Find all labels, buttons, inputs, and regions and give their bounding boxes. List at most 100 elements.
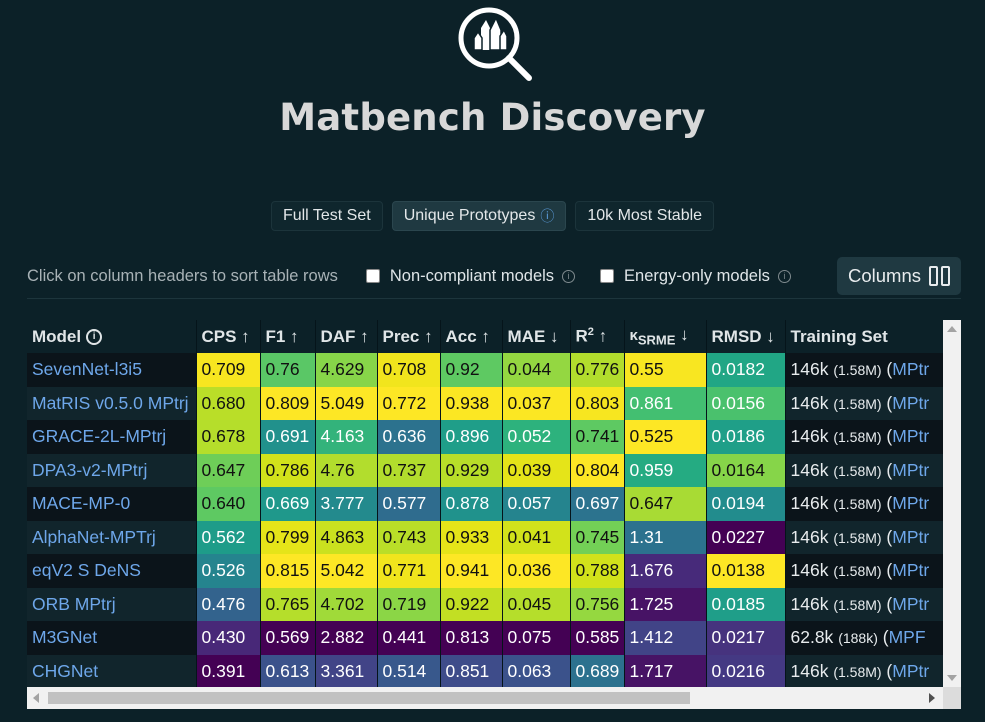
- cell-training-set: 62.8k (188k) (MPF: [785, 621, 946, 655]
- training-set-link[interactable]: MPtr: [892, 493, 929, 513]
- cell-daf: 4.163: [315, 420, 378, 454]
- col-header-f1[interactable]: F1 ↑: [260, 320, 316, 353]
- cell-daf: 4.629: [315, 353, 378, 387]
- info-icon[interactable]: i: [86, 328, 103, 345]
- scroll-left-icon[interactable]: [33, 693, 39, 703]
- model-link[interactable]: AlphaNet-MPTrj: [27, 520, 197, 554]
- training-size: (1.58M): [833, 395, 882, 412]
- table-row: ORB MPtrj 0.476 0.765 4.702 0.719 0.922 0.045 0…: [27, 587, 946, 621]
- col-header-rmsd[interactable]: RMSD ↓: [706, 320, 786, 353]
- training-set-link[interactable]: MPtr: [892, 460, 929, 480]
- training-size: (188k): [838, 630, 878, 647]
- col-header-daf[interactable]: DAF ↑: [315, 320, 378, 353]
- col-header-model[interactable]: Model i: [27, 320, 197, 353]
- cell-daf: 5.042: [315, 554, 378, 588]
- training-set-link[interactable]: MPtr: [892, 560, 929, 580]
- tab-10k-most-stable[interactable]: 10k Most Stable: [575, 201, 715, 231]
- cell-f1: 0.613: [260, 654, 316, 688]
- cell-mae: 0.057: [502, 487, 571, 521]
- training-set-link[interactable]: MPtr: [892, 359, 929, 379]
- training-set-link[interactable]: MPtr: [892, 594, 929, 614]
- col-header-r2[interactable]: R2 ↑: [570, 320, 625, 353]
- noncompliant-checkbox[interactable]: Non-compliant models i: [365, 267, 576, 286]
- cell-mae: 0.036: [502, 554, 571, 588]
- checkbox-box[interactable]: [365, 269, 380, 283]
- page-title: Matbench Discovery: [279, 96, 706, 139]
- info-icon[interactable]: i: [777, 269, 791, 283]
- col-header-acc[interactable]: Acc ↑: [440, 320, 503, 353]
- training-size: (1.58M): [833, 663, 882, 680]
- checkbox-box[interactable]: [600, 269, 615, 283]
- training-set-link[interactable]: MPtr: [892, 661, 929, 681]
- table-row: eqV2 S DeNS 0.526 0.815 5.042 0.771 0.941 0.03…: [27, 554, 946, 588]
- col-header-prec[interactable]: Prec ↑: [377, 320, 441, 353]
- cell-prec: 0.514: [377, 654, 441, 688]
- training-size: (1.58M): [833, 429, 882, 446]
- model-link[interactable]: SevenNet-l3i5: [27, 353, 197, 387]
- table-row: AlphaNet-MPTrj 0.562 0.799 4.863 0.743 0.933 0…: [27, 520, 946, 554]
- cell-acc: 0.922: [440, 587, 503, 621]
- cell-daf: 5.049: [315, 386, 378, 420]
- scrollbar-thumb[interactable]: [48, 692, 690, 704]
- cell-r2: 0.803: [570, 386, 625, 420]
- cell-kappa: 1.412: [624, 621, 707, 655]
- model-link[interactable]: MatRIS v0.5.0 MPtrj: [27, 386, 197, 420]
- training-size: (1.58M): [833, 496, 882, 513]
- cell-cps: 0.709: [196, 353, 261, 387]
- model-link[interactable]: DPA3-v2-MPtrj: [27, 453, 197, 487]
- cell-training-set: 146k (1.58M) (MPtr: [785, 587, 946, 621]
- cell-prec: 0.772: [377, 386, 441, 420]
- vertical-scrollbar[interactable]: [943, 320, 961, 687]
- cell-prec: 0.636: [377, 420, 441, 454]
- tab-unique-prototypes[interactable]: Unique Prototypes ⓘ: [391, 201, 567, 231]
- training-set-link[interactable]: MPtr: [892, 393, 929, 413]
- training-count: 146k: [790, 459, 829, 480]
- cell-r2: 0.776: [570, 353, 625, 387]
- training-set-link[interactable]: MPF: [889, 627, 926, 647]
- model-link[interactable]: CHGNet: [27, 654, 197, 688]
- model-link[interactable]: MACE-MP-0: [27, 487, 197, 521]
- table-row: MACE-MP-0 0.640 0.669 3.777 0.577 0.878 0.057 0…: [27, 487, 946, 521]
- col-header-cps[interactable]: CPS ↑: [196, 320, 261, 353]
- info-icon[interactable]: i: [562, 269, 576, 283]
- columns-button[interactable]: Columns: [837, 257, 961, 295]
- training-set-link[interactable]: MPtr: [892, 426, 929, 446]
- scroll-up-icon[interactable]: [947, 326, 957, 332]
- cell-acc: 0.929: [440, 453, 503, 487]
- columns-icon: [929, 266, 950, 286]
- cell-r2: 0.745: [570, 520, 625, 554]
- col-header-training-set[interactable]: Training Set: [785, 320, 946, 353]
- training-count: 146k: [790, 526, 829, 547]
- horizontal-scrollbar[interactable]: [27, 687, 961, 709]
- cell-r2: 0.788: [570, 554, 625, 588]
- info-icon[interactable]: ⓘ: [540, 206, 554, 226]
- cell-mae: 0.045: [502, 587, 571, 621]
- model-link[interactable]: eqV2 S DeNS: [27, 554, 197, 588]
- energy-only-checkbox[interactable]: Energy-only models i: [600, 267, 791, 286]
- cell-training-set: 146k (1.58M) (MPtr: [785, 386, 946, 420]
- table-row: CHGNet 0.391 0.613 3.361 0.514 0.851 0.063 0.68…: [27, 654, 946, 688]
- scroll-down-icon[interactable]: [947, 675, 957, 681]
- cell-prec: 0.743: [377, 520, 441, 554]
- cell-rmsd: 0.0138: [706, 554, 786, 588]
- cell-mae: 0.041: [502, 520, 571, 554]
- cell-rmsd: 0.0217: [706, 621, 786, 655]
- cell-rmsd: 0.0182: [706, 353, 786, 387]
- cell-r2: 0.804: [570, 453, 625, 487]
- cell-daf: 4.702: [315, 587, 378, 621]
- col-header-kappa-srme[interactable]: κSRME ↓: [624, 320, 707, 353]
- training-count: 146k: [790, 359, 829, 380]
- scroll-right-icon[interactable]: [929, 693, 935, 703]
- table-row: MatRIS v0.5.0 MPtrj 0.680 0.809 5.049 0.772 0…: [27, 386, 946, 420]
- cell-rmsd: 0.0194: [706, 487, 786, 521]
- model-link[interactable]: ORB MPtrj: [27, 587, 197, 621]
- model-link[interactable]: GRACE-2L-MPtrj: [27, 420, 197, 454]
- col-header-mae[interactable]: MAE ↓: [502, 320, 571, 353]
- tab-full-test-set[interactable]: Full Test Set: [270, 201, 383, 231]
- cell-kappa: 1.725: [624, 587, 707, 621]
- training-count: 62.8k: [790, 627, 834, 648]
- model-link[interactable]: M3GNet: [27, 621, 197, 655]
- cell-acc: 0.938: [440, 386, 503, 420]
- training-set-link[interactable]: MPtr: [892, 527, 929, 547]
- training-size: (1.58M): [833, 362, 882, 379]
